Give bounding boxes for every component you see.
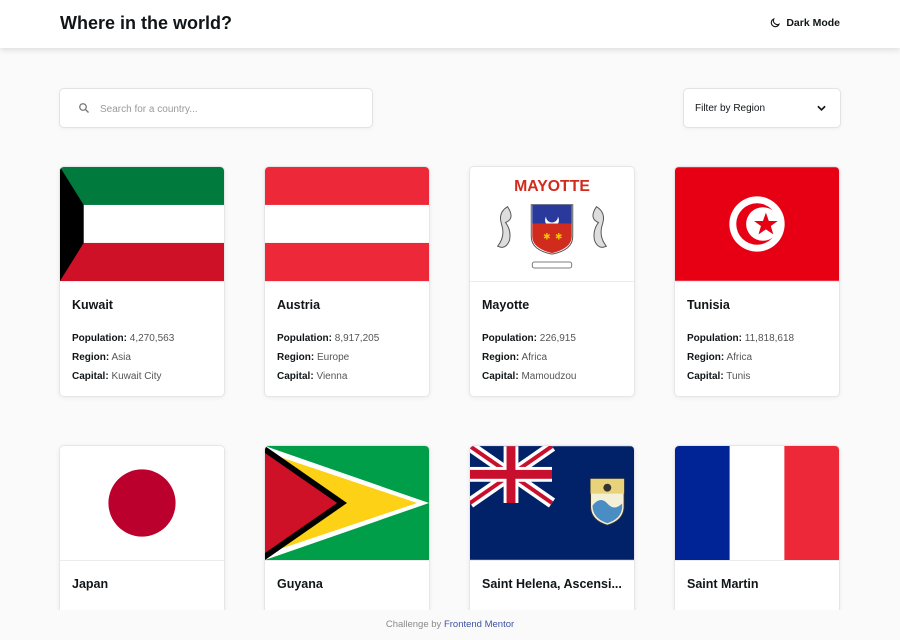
population-label: Population: <box>482 333 537 344</box>
moon-icon <box>771 17 781 28</box>
country-name: Saint Martin <box>687 577 759 591</box>
guyana-flag <box>265 446 429 561</box>
country-details: Population: 226,915 Region: Africa Capit… <box>482 329 576 386</box>
capital-value: Vienna <box>316 371 348 382</box>
app-title: Where in the world? <box>60 13 233 33</box>
population-label: Population: <box>72 333 127 344</box>
region-label: Region: <box>72 352 110 363</box>
dark-mode-label: Dark Mode <box>786 17 840 29</box>
country-name: Mayotte <box>482 298 530 312</box>
kuwait-flag <box>60 167 224 282</box>
mayotte-flag: MAYOTTE ✱ ✱ <box>470 167 634 282</box>
country-name: Tunisia <box>687 298 730 312</box>
country-card[interactable]: Tunisia Population: 11,818,618 Region: A… <box>674 166 840 397</box>
region-value: Africa <box>726 352 753 363</box>
country-card[interactable]: Saint Helena, Ascensi... <box>469 445 635 625</box>
population-label: Population: <box>687 333 742 344</box>
region-filter-dropdown[interactable]: Filter by Region <box>683 88 841 128</box>
capital-label: Capital: <box>277 371 314 382</box>
region-value: Asia <box>111 352 131 363</box>
population-value: 226,915 <box>539 333 576 344</box>
country-details: Population: 4,270,563 Region: Asia Capit… <box>72 329 174 386</box>
country-card[interactable]: Austria Population: 8,917,205 Region: Eu… <box>264 166 430 397</box>
capital-value: Kuwait City <box>111 371 162 382</box>
population-value: 8,917,205 <box>334 333 380 344</box>
country-name: Japan <box>72 577 109 591</box>
svg-text:✱: ✱ <box>543 232 550 242</box>
country-card[interactable]: Saint Martin <box>674 445 840 625</box>
population-label: Population: <box>277 333 332 344</box>
country-name: Guyana <box>277 577 323 591</box>
search-box <box>59 88 373 128</box>
attribution-footer: Challenge by Frontend Mentor <box>0 610 900 640</box>
region-filter-label: Filter by Region <box>695 103 766 114</box>
frontend-mentor-link[interactable]: Frontend Mentor <box>444 619 514 630</box>
region-value: Europe <box>317 352 350 363</box>
capital-label: Capital: <box>72 371 109 382</box>
search-icon <box>79 103 89 113</box>
country-details: Population: 8,917,205 Region: Europe Cap… <box>277 329 379 386</box>
region-label: Region: <box>482 352 520 363</box>
region-value: Africa <box>521 352 548 363</box>
search-input[interactable] <box>100 99 360 119</box>
region-label: Region: <box>277 352 315 363</box>
country-name: Kuwait <box>72 298 113 312</box>
attribution-text: Challenge by <box>385 619 442 630</box>
capital-value: Mamoudzou <box>521 371 577 382</box>
population-value: 4,270,563 <box>129 333 175 344</box>
austria-flag <box>265 167 429 282</box>
dark-mode-toggle[interactable]: Dark Mode <box>769 17 840 29</box>
flag-lettering: MAYOTTE <box>514 178 590 195</box>
country-card[interactable]: Japan <box>59 445 225 625</box>
country-card[interactable]: Kuwait Population: 4,270,563 Region: Asi… <box>59 166 225 397</box>
country-details: Population: 11,818,618 Region: Africa Ca… <box>687 329 794 386</box>
capital-label: Capital: <box>482 371 519 382</box>
region-label: Region: <box>687 352 725 363</box>
saint-helena-flag <box>470 446 634 561</box>
svg-text:✱: ✱ <box>555 232 562 242</box>
tunisia-flag <box>675 167 839 282</box>
saint-martin-flag <box>675 446 839 561</box>
country-card[interactable]: MAYOTTE ✱ ✱ Mayotte Population: 226,915 … <box>469 166 635 397</box>
country-card[interactable]: Guyana <box>264 445 430 625</box>
top-bar: Where in the world? Dark Mode <box>0 0 900 48</box>
capital-value: Tunis <box>726 371 751 382</box>
japan-flag <box>60 446 224 561</box>
chevron-down-icon <box>817 105 826 111</box>
capital-label: Capital: <box>687 371 724 382</box>
country-name: Austria <box>277 298 321 312</box>
population-value: 11,818,618 <box>744 333 795 344</box>
country-name: Saint Helena, Ascensi... <box>482 577 622 591</box>
